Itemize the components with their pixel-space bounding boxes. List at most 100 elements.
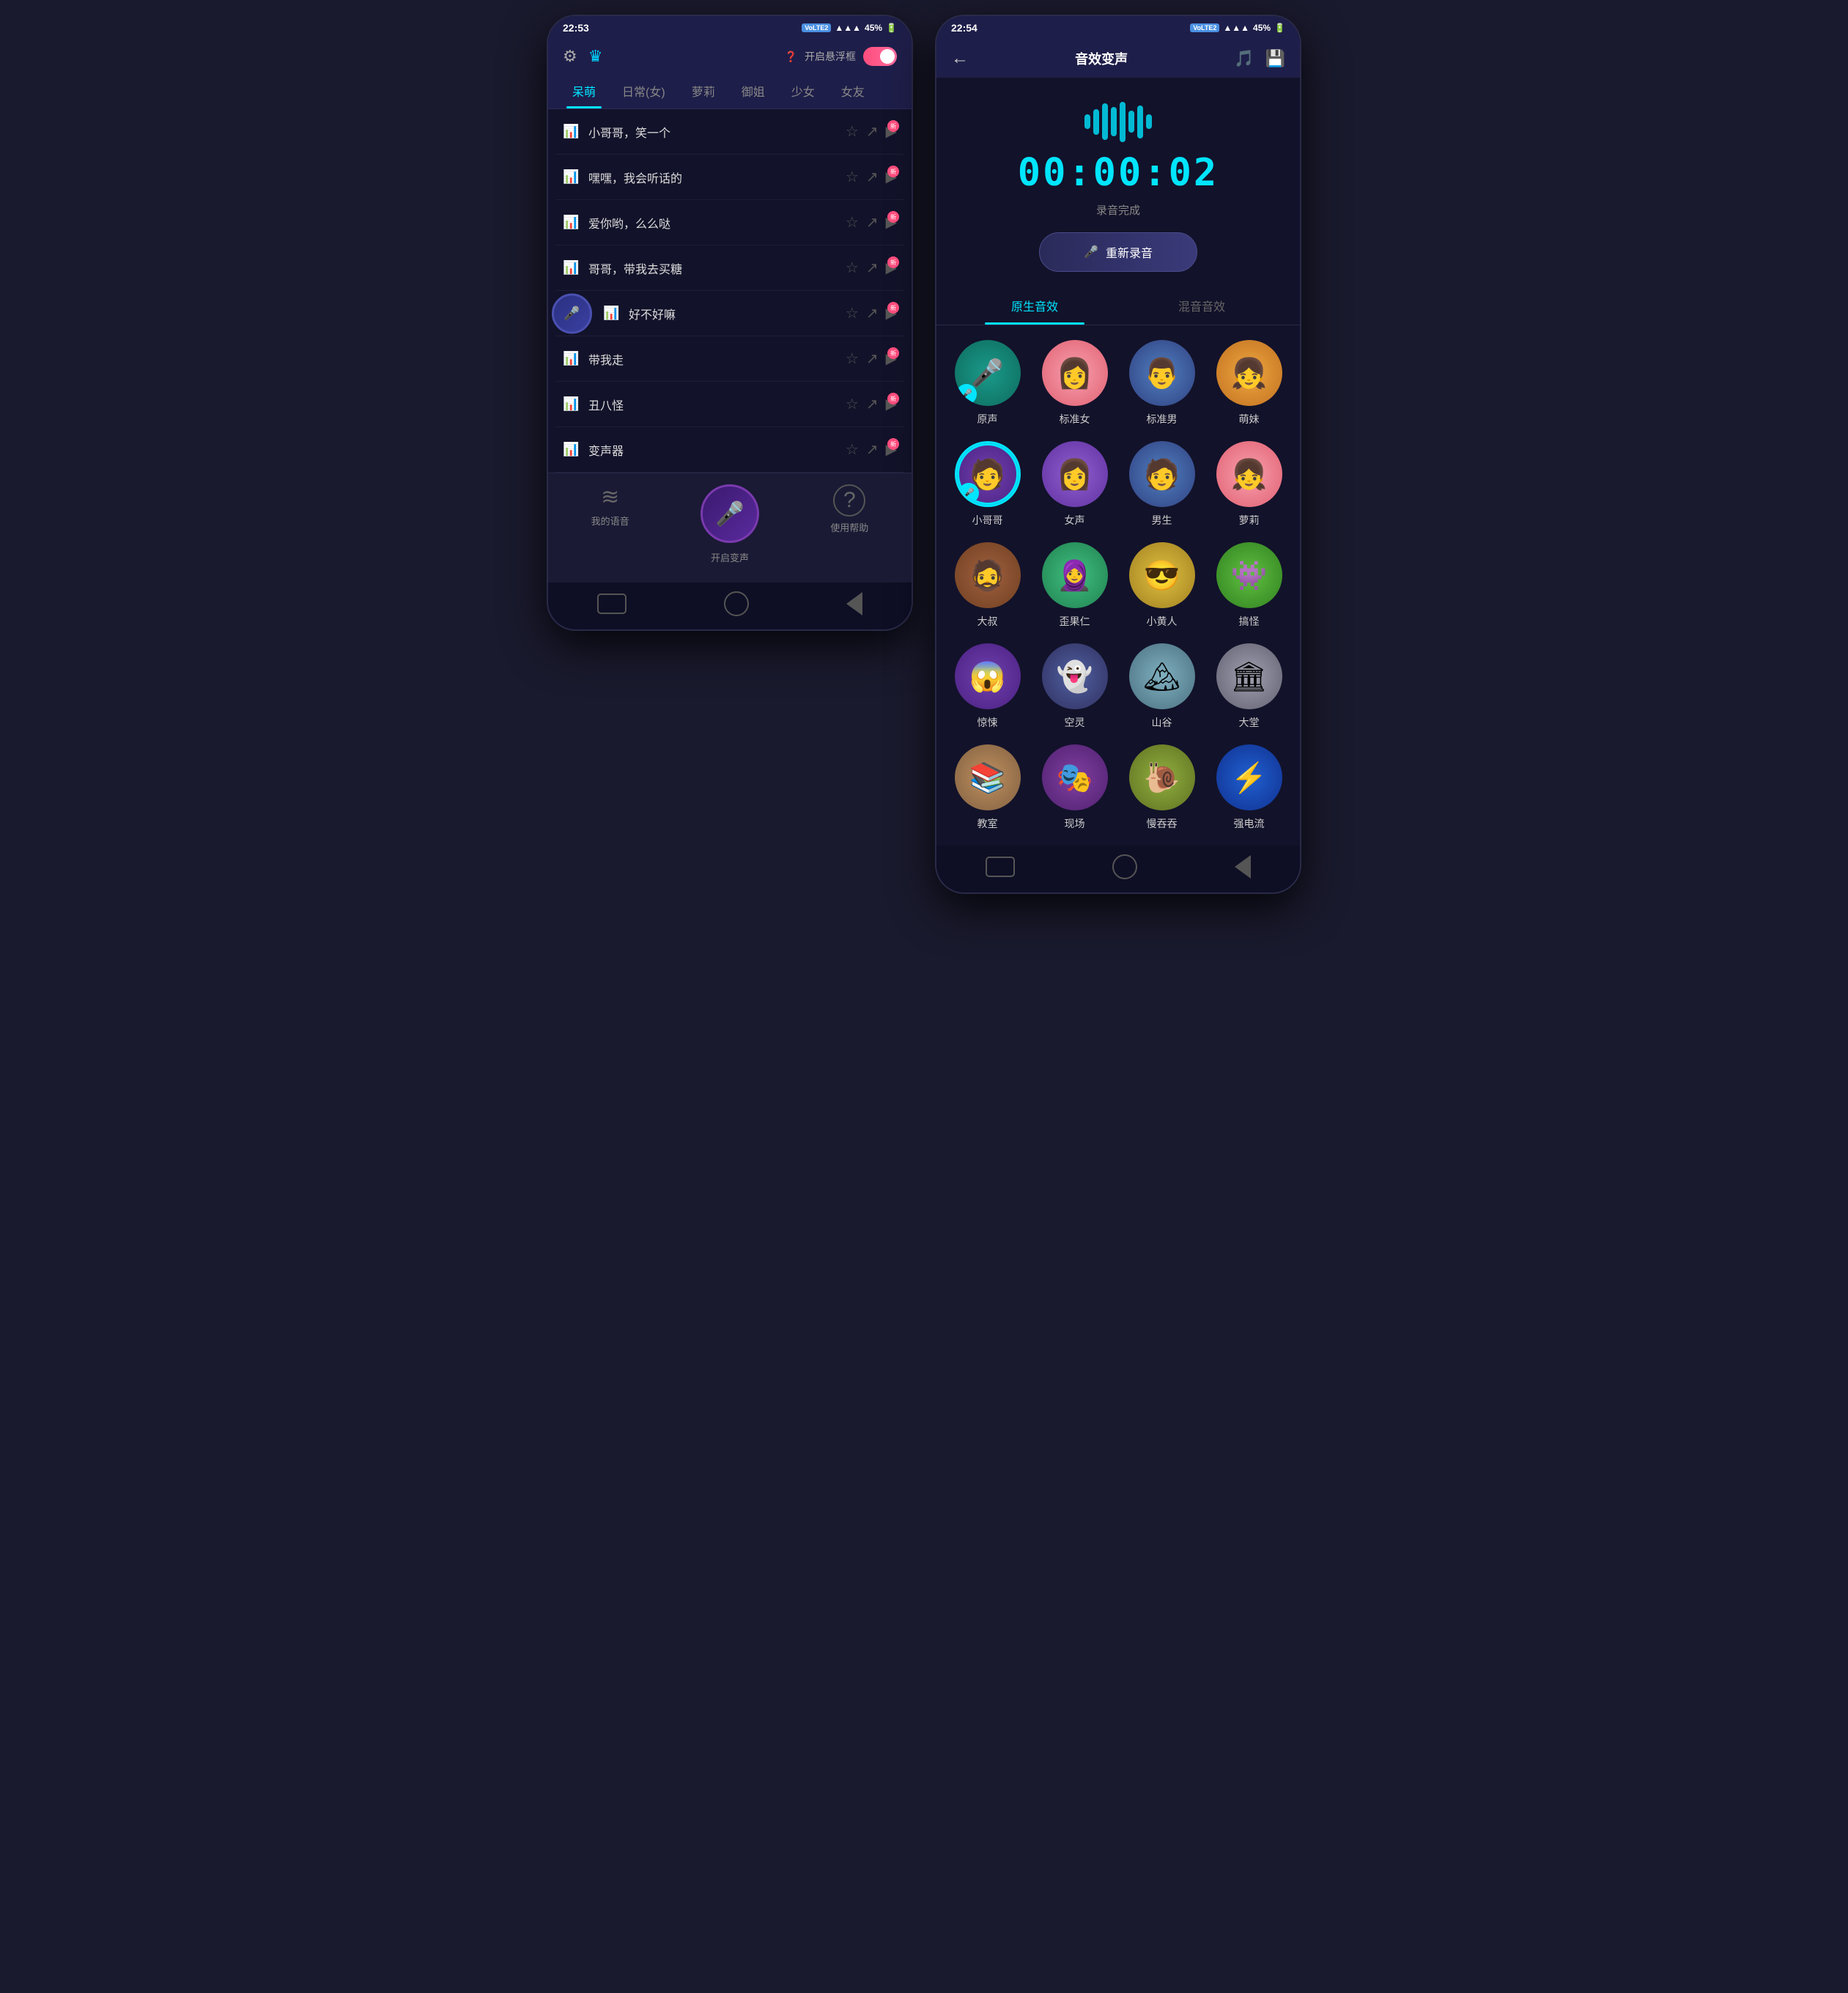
voice-item-2[interactable]: 📊 嘿嘿，我会听话的 ☆ ↗ ▶ 新 [555,155,904,200]
effect-little-bro[interactable]: 🧑 🎤 小哥哥 [947,441,1027,528]
tab-duomeng[interactable]: 呆萌 [559,73,609,108]
star-icon-8[interactable]: ☆ [846,440,859,459]
effect-classroom[interactable]: 📚 教室 [947,744,1027,831]
save-icon[interactable]: 💾 [1265,49,1285,68]
effect-standard-male[interactable]: 👨 标准男 [1122,340,1202,426]
star-icon-2[interactable]: ☆ [846,168,859,186]
android-square-btn-2[interactable] [986,857,1015,877]
effect-standard-female[interactable]: 👩 标准女 [1035,340,1115,426]
effect-avatar-funny: 👾 [1216,542,1282,608]
effect-original[interactable]: 🎤 🎤 原声 [947,340,1027,426]
back-button[interactable]: ← [951,48,969,69]
waveform-icon-3: 📊 [563,215,581,230]
time-2: 22:54 [951,22,977,34]
voice-list: 📊 小哥哥，笑一个 ☆ ↗ ▶ 新 📊 嘿嘿，我会听话的 ☆ ↗ ▶ 新 [548,109,912,473]
star-icon-3[interactable]: ☆ [846,213,859,232]
star-icon-4[interactable]: ☆ [846,259,859,277]
effect-name-my: 男生 [1152,513,1172,528]
share-icon-4[interactable]: ↗ [866,259,879,277]
status-right-2: VoLTE2 ▲▲▲ 45% 🔋 [1190,23,1285,33]
effect-avatar-sf: 👩 [1042,340,1108,406]
playlist-icon[interactable]: 🎵 [1234,49,1254,68]
battery-icon-2: 🔋 [1274,23,1285,33]
tab-luoli[interactable]: 萝莉 [679,73,728,108]
effect-name-hall: 大堂 [1239,715,1260,730]
effect-hall[interactable]: 🏛 大堂 [1209,643,1289,730]
tab-yujie[interactable]: 御姐 [728,73,778,108]
effect-name-uncle: 大叔 [977,614,998,629]
nav-help-label: 使用帮助 [830,520,868,534]
effect-minion[interactable]: 😎 小黄人 [1122,542,1202,629]
re-record-label: 重新录音 [1106,243,1153,261]
crown-icon[interactable]: ♛ [588,47,603,66]
effect-female-voice[interactable]: 👩 女声 [1035,441,1115,528]
gear-icon[interactable]: ⚙ [563,47,577,66]
battery-icon-1: 🔋 [886,23,897,33]
nav-voice-label: 我的语音 [591,514,629,528]
nav-my-voice[interactable]: ≋ 我的语音 [591,484,629,564]
play-badge-4: ▶ 新 [886,259,897,277]
wave-bar-5 [1120,102,1126,142]
tab-daily-female[interactable]: 日常(女) [609,73,679,108]
effect-electric[interactable]: ⚡ 强电流 [1209,744,1289,831]
effect-name-ethereal: 空灵 [1065,715,1085,730]
voice-item-6[interactable]: 📊 带我走 ☆ ↗ ▶ 新 [555,336,904,382]
effect-funny[interactable]: 👾 搞怪 [1209,542,1289,629]
effect-uncle[interactable]: 🧔 大叔 [947,542,1027,629]
star-icon-1[interactable]: ☆ [846,122,859,141]
wave-bar-1 [1084,114,1090,129]
effect-avatar-my: 🧑 [1129,441,1195,507]
floating-label: 开启悬浮框 [805,49,856,64]
android-nav-bar-1 [548,583,912,629]
android-square-btn-1[interactable] [597,594,627,614]
android-home-btn-1[interactable] [724,591,749,616]
nav-start-change[interactable]: 🎤 开启变声 [701,484,759,564]
waveform-nav-icon: ≋ [601,484,619,510]
nav-help[interactable]: ? 使用帮助 [830,484,868,564]
tab-shaonv[interactable]: 少女 [778,73,828,108]
voice-item-5[interactable]: 🎤 📊 好不好嘛 ☆ ↗ ▶ 新 [555,291,904,336]
effect-valley[interactable]: 🏔 山谷 [1122,643,1202,730]
share-icon-7[interactable]: ↗ [866,395,879,413]
star-icon-5[interactable]: ☆ [846,304,859,322]
star-icon-7[interactable]: ☆ [846,395,859,413]
share-icon-2[interactable]: ↗ [866,168,879,186]
wave-bar-7 [1137,106,1143,138]
effect-live[interactable]: 🎭 现场 [1035,744,1115,831]
star-icon-6[interactable]: ☆ [846,350,859,368]
play-badge-5: ▶ 新 [886,304,897,322]
effect-meng-mei[interactable]: 👧 萌妹 [1209,340,1289,426]
effect-slow[interactable]: 🐌 慢吞吞 [1122,744,1202,831]
effect-name-lb: 小哥哥 [972,513,1003,528]
voice-item-3[interactable]: 📊 爱你哟，么么哒 ☆ ↗ ▶ 新 [555,200,904,245]
share-icon-1[interactable]: ↗ [866,122,879,141]
share-icon-8[interactable]: ↗ [866,440,879,459]
re-record-button[interactable]: 🎤 重新录音 [1039,232,1197,272]
mic-overlay-original: 🎤 [956,384,977,404]
voice-item-4[interactable]: 📊 哥哥，带我去买糖 ☆ ↗ ▶ 新 [555,245,904,291]
floating-toggle[interactable] [863,47,897,66]
effect-male-youth[interactable]: 🧑 男生 [1122,441,1202,528]
tab-original-effects[interactable]: 原生音效 [951,286,1118,325]
effect-avatar-ll: 👧 [1216,441,1282,507]
effect-luoli[interactable]: 👧 萝莉 [1209,441,1289,528]
voice-item-8[interactable]: 📊 变声器 ☆ ↗ ▶ 新 [555,427,904,473]
effect-name-fv: 女声 [1065,513,1085,528]
tab-girlfriend[interactable]: 女友 [828,73,878,108]
voice-item-1[interactable]: 📊 小哥哥，笑一个 ☆ ↗ ▶ 新 [555,109,904,155]
android-back-btn-1[interactable] [846,592,862,615]
effect-horror[interactable]: 😱 惊悚 [947,643,1027,730]
share-icon-3[interactable]: ↗ [866,213,879,232]
effect-avatar-fv: 👩 [1042,441,1108,507]
voice-item-7[interactable]: 📊 丑八怪 ☆ ↗ ▶ 新 [555,382,904,427]
effect-foreigner[interactable]: 🧕 歪果仁 [1035,542,1115,629]
play-badge-1: ▶ 新 [886,122,897,141]
effect-avatar-minion: 😎 [1129,542,1195,608]
question-nav-icon: ? [833,484,865,517]
android-back-btn-2[interactable] [1235,855,1251,879]
tab-mixed-effects[interactable]: 混音音效 [1118,286,1285,325]
android-home-btn-2[interactable] [1112,854,1137,879]
share-icon-5[interactable]: ↗ [866,304,879,322]
share-icon-6[interactable]: ↗ [866,350,879,368]
effect-ethereal[interactable]: 👻 空灵 [1035,643,1115,730]
